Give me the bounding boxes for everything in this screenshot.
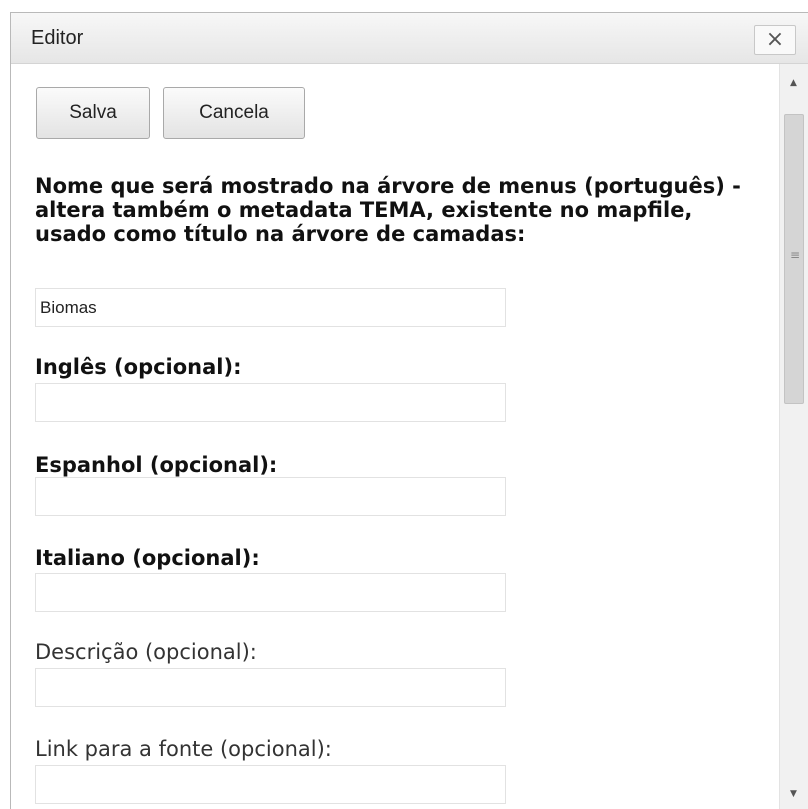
grip-icon: ≡ <box>790 248 801 262</box>
close-icon[interactable]: × <box>754 25 796 55</box>
vertical-scrollbar[interactable]: ▲ ≡ ▼ <box>779 64 808 809</box>
source-link-label: Link para a fonte (opcional): <box>35 737 332 761</box>
italian-name-label: Italiano (opcional): <box>35 546 260 570</box>
scrollbar-thumb[interactable]: ≡ <box>784 114 804 404</box>
scroll-up-icon[interactable]: ▲ <box>790 78 797 88</box>
spanish-name-label: Espanhol (opcional): <box>35 453 278 477</box>
italian-name-input[interactable] <box>35 573 506 612</box>
english-name-label: Inglês (opcional): <box>35 355 242 379</box>
portuguese-name-input[interactable]: Biomas <box>35 288 506 327</box>
save-button[interactable]: Salva <box>36 87 150 139</box>
cancel-button[interactable]: Cancela <box>163 87 305 139</box>
portuguese-name-label: Nome que será mostrado na árvore de menu… <box>35 174 741 246</box>
description-label: Descrição (opcional): <box>35 640 257 664</box>
dialog-content: Salva Cancela Nome que será mostrado na … <box>11 64 779 809</box>
spanish-name-input[interactable] <box>35 477 506 516</box>
dialog-title: Editor <box>31 27 84 49</box>
source-link-input[interactable] <box>35 765 506 804</box>
editor-dialog: Editor × Salva Cancela Nome que será mos… <box>10 12 808 809</box>
description-input[interactable] <box>35 668 506 707</box>
english-name-input[interactable] <box>35 383 506 422</box>
scroll-down-icon[interactable]: ▼ <box>790 789 797 799</box>
dialog-title-bar[interactable]: Editor × <box>11 13 808 64</box>
